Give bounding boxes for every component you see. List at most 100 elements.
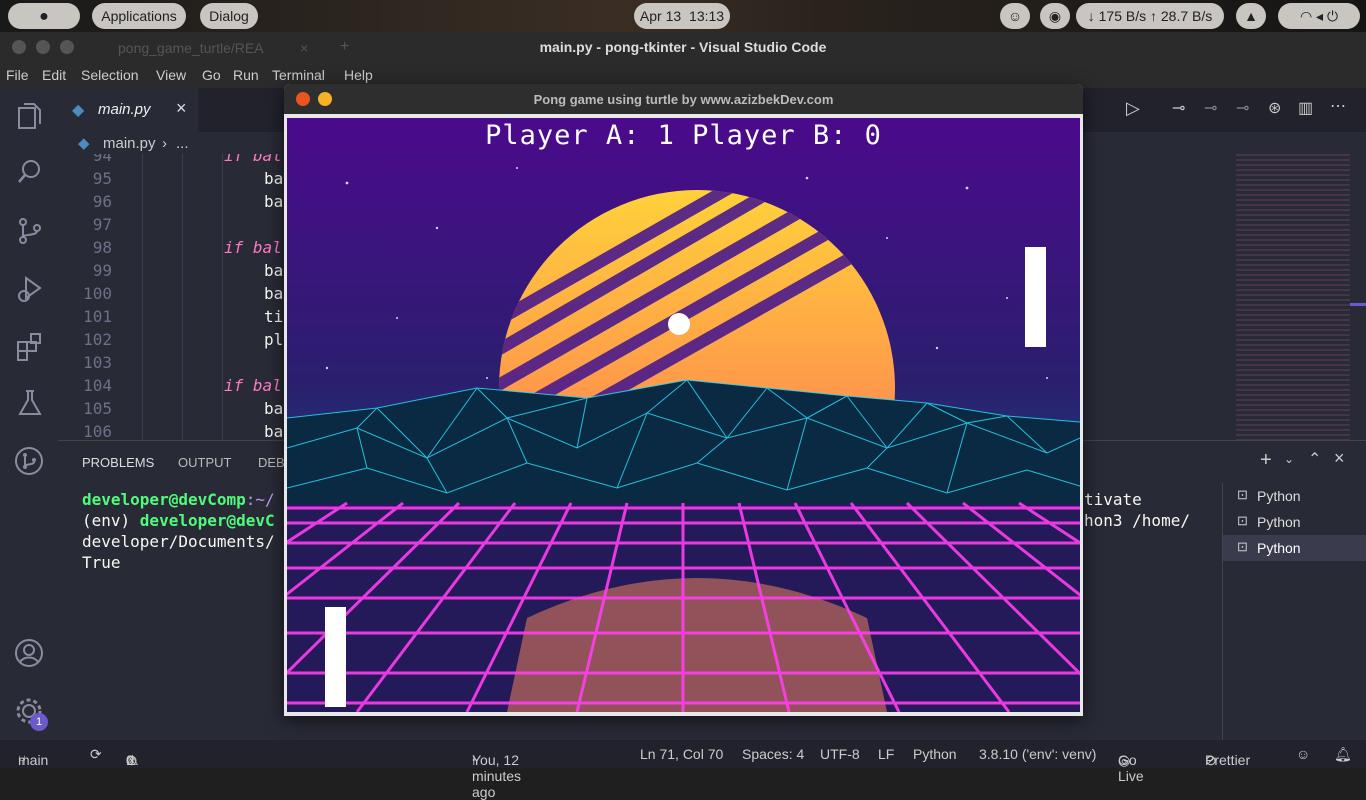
net-speed-indicator[interactable]: ↓ 175 B/s ↑ 28.7 B/s <box>1076 3 1224 29</box>
date-label: Apr 13 <box>639 8 682 24</box>
next-change-icon[interactable]: ⊸ <box>1236 98 1249 118</box>
python-file-icon: ◆ <box>78 135 90 152</box>
vscode-title-bar: pong_game_turtle/REA × + main.py - pong-… <box>0 32 1366 64</box>
code-line[interactable]: pl <box>264 330 283 349</box>
code-line[interactable]: ba <box>264 192 283 211</box>
dialog-button[interactable]: Dialog <box>200 3 258 29</box>
status-bar: ⑂ main ⟳ ⊗ 0 ⚠ 0 ⍿ You, 12 minutes ago L… <box>0 740 1366 800</box>
remote-explorer-icon[interactable] <box>14 446 44 476</box>
tab-main-py[interactable]: ◆ main.py × <box>58 88 198 132</box>
applications-button[interactable]: Applications <box>92 3 186 29</box>
code-line[interactable]: if bal <box>224 238 282 257</box>
settings-badge: 1 <box>30 713 48 731</box>
menu-edit[interactable]: Edit <box>42 67 66 83</box>
warning-count: 0 <box>126 752 134 768</box>
terminal-list-item[interactable]: ⊡ Python <box>1223 509 1366 535</box>
code-lines[interactable]: 94 if bal 95 ba 96 ba 97 98 if bal 99 ba 100 ba 101 ti… <box>0 154 290 440</box>
system-tray[interactable]: ◠ ◂ ⏻ <box>1278 3 1360 29</box>
minimap-slider[interactable] <box>1350 303 1366 306</box>
explorer-icon[interactable] <box>16 102 42 130</box>
score-display: Player A: 1 Player B: 0 <box>485 120 882 151</box>
line-number: 103 <box>83 353 112 372</box>
split-editor-icon[interactable]: ▥ <box>1298 98 1313 118</box>
menu-terminal[interactable]: Terminal <box>272 67 325 83</box>
drop-icon[interactable]: ▲ <box>1236 3 1266 29</box>
indentation[interactable]: Spaces: 4 <box>742 746 804 762</box>
line-number: 106 <box>83 422 112 440</box>
panel-tab-output[interactable]: OUTPUT <box>178 455 231 470</box>
feedback-icon[interactable]: ☺ <box>1296 746 1310 762</box>
sync-icon[interactable]: ⟳ <box>90 746 102 763</box>
menu-go[interactable]: Go <box>202 67 221 83</box>
prettier-label: Prettier <box>1205 752 1251 768</box>
panel-tab-problems[interactable]: PROBLEMS <box>82 455 154 470</box>
code-line[interactable]: if bal <box>224 376 282 395</box>
app-indicator-icon[interactable]: ◉ <box>1040 3 1070 29</box>
paddle-b <box>1025 247 1046 347</box>
system-top-bar: ● Applications Dialog Apr 13 13:13 ☺ ◉ ↓… <box>0 0 1366 32</box>
close-tab-icon[interactable]: × <box>176 98 187 119</box>
code-line[interactable]: ba <box>264 284 283 303</box>
game-title-bar: Pong game using turtle by www.azizbekDev… <box>284 84 1083 114</box>
new-terminal-icon[interactable]: + <box>1260 449 1272 472</box>
more-actions-icon[interactable]: ⋯ <box>1330 96 1346 116</box>
game-canvas[interactable]: Player A: 1 Player B: 0 <box>287 118 1080 712</box>
panel-tab-debug[interactable]: DEB <box>258 455 285 470</box>
language-mode[interactable]: Python <box>913 746 957 762</box>
terminal-list-item[interactable]: ⊡ Python <box>1223 483 1366 509</box>
time-label: 13:13 <box>689 8 725 24</box>
timeline-icon[interactable]: ⊸ <box>1172 98 1185 118</box>
terminal-line: tivate <box>1084 490 1142 509</box>
menu-run[interactable]: Run <box>233 67 259 83</box>
code-line[interactable]: if bal <box>224 154 282 165</box>
ball <box>668 313 690 335</box>
python-file-icon: ◆ <box>72 102 85 119</box>
menu-help[interactable]: Help <box>344 67 373 83</box>
tab-label: main.py <box>98 101 151 118</box>
chevron-down-icon[interactable]: ⌄ <box>1284 452 1294 466</box>
paddle-a <box>325 607 346 707</box>
neon-grid <box>287 501 1080 712</box>
menu-view[interactable]: View <box>156 67 186 83</box>
line-number: 95 <box>92 169 112 188</box>
encoding[interactable]: UTF-8 <box>820 746 860 762</box>
menu-selection[interactable]: Selection <box>81 67 139 83</box>
notifications-icon[interactable]: 🔔︎ <box>1334 746 1352 763</box>
terminal-icon: ⊡ <box>1237 539 1248 554</box>
synthwave-background <box>287 118 1080 712</box>
eol[interactable]: LF <box>878 746 894 762</box>
indent-guide <box>142 154 143 440</box>
indicator-icon[interactable]: ☺ <box>1000 3 1030 29</box>
menu-file[interactable]: File <box>6 67 29 83</box>
prev-change-icon[interactable]: ⊸ <box>1204 98 1217 118</box>
line-number: 98 <box>92 238 112 257</box>
python-interpreter[interactable]: 3.8.10 ('env': venv) <box>979 746 1096 762</box>
line-number: 99 <box>92 261 112 280</box>
apple-logo-icon: ● <box>39 8 49 25</box>
terminal-list-item-active[interactable]: ⊡ Python <box>1223 535 1366 561</box>
maximize-panel-icon[interactable]: ⌃ <box>1308 449 1321 469</box>
cursor-position[interactable]: Ln 71, Col 70 <box>640 746 723 762</box>
terminal-env: (env) <box>82 511 140 530</box>
line-number: 100 <box>83 284 112 303</box>
breadcrumb-more[interactable]: ... <box>176 135 189 152</box>
run-icon[interactable]: ▷ <box>1126 98 1140 119</box>
terminal-icon: ⊡ <box>1237 513 1248 528</box>
terminal-user: developer@devComp <box>82 490 246 509</box>
code-line[interactable]: ba <box>264 422 283 440</box>
terminal-icon: ⊡ <box>1237 487 1248 502</box>
code-line[interactable]: ba <box>264 261 283 280</box>
code-line[interactable]: ti <box>264 307 283 326</box>
breadcrumb-file[interactable]: main.py <box>103 135 156 152</box>
clock-button[interactable]: Apr 13 13:13 <box>634 3 730 29</box>
code-line[interactable]: ba <box>264 399 283 418</box>
terminal-output[interactable]: developer@devComp:~/ (env) developer@dev… <box>82 489 275 573</box>
minimap[interactable] <box>1236 154 1350 440</box>
terminal-line: hon3 /home/ <box>1084 511 1190 530</box>
close-panel-icon[interactable]: × <box>1334 448 1345 469</box>
code-line[interactable]: ba <box>264 169 283 188</box>
account-icon[interactable] <box>14 638 44 668</box>
line-number: 104 <box>83 376 112 395</box>
git-lens-icon[interactable]: ⊛ <box>1268 98 1281 118</box>
os-menu-button[interactable]: ● <box>8 3 80 29</box>
